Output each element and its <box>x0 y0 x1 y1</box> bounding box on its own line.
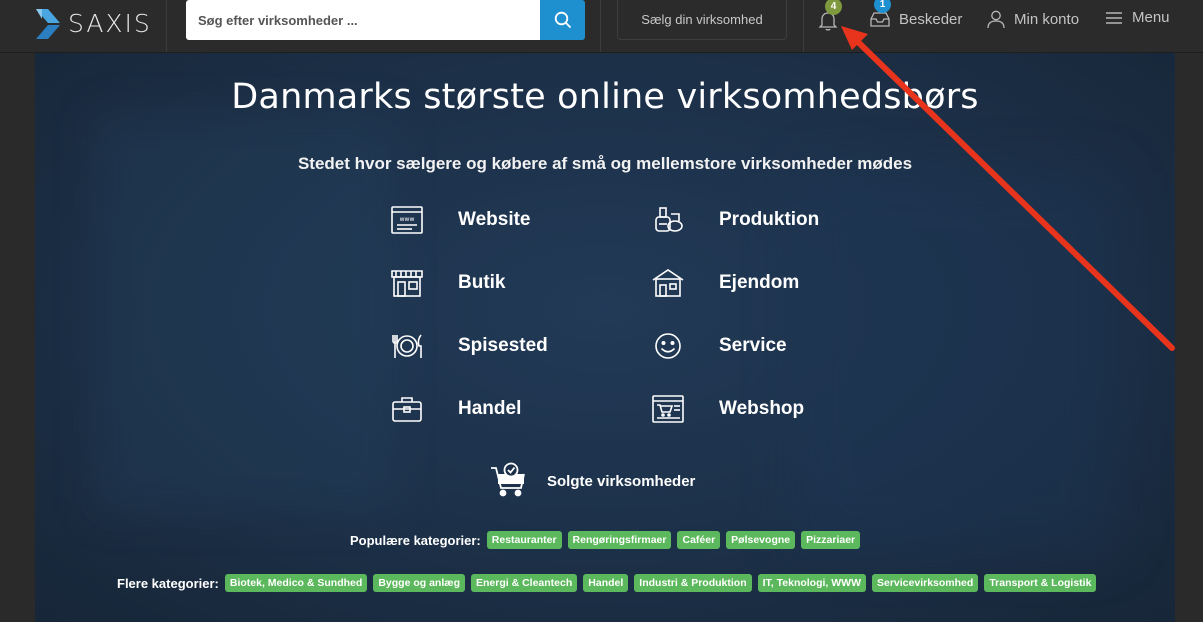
category-tag[interactable]: Pizzariaer <box>801 531 861 549</box>
category-tag[interactable]: Biotek, Medico & Sundhed <box>224 574 368 592</box>
sell-business-button[interactable]: Sælg din virksomhed <box>617 0 787 40</box>
popular-categories-label: Populære kategorier: <box>350 532 481 548</box>
divider <box>803 0 804 52</box>
restaurant-icon <box>389 328 425 364</box>
category-butik[interactable]: Butik <box>389 265 506 301</box>
svg-text:www: www <box>400 216 415 223</box>
user-icon <box>987 10 1005 29</box>
category-website[interactable]: www Website <box>389 202 531 238</box>
saxis-logo[interactable]: SAXIS <box>34 4 152 42</box>
menu-button[interactable]: Menu <box>1104 9 1170 26</box>
hero-subtitle: Stedet hvor sælgere og købere af små og … <box>297 154 913 173</box>
messages-label: Beskeder <box>899 10 963 28</box>
logo-mark-icon <box>34 7 64 39</box>
cart-check-icon <box>491 462 525 497</box>
category-tag[interactable]: Bygge og anlæg <box>373 574 465 592</box>
category-spisested[interactable]: Spisested <box>389 328 548 364</box>
search-icon <box>554 11 571 29</box>
category-label: Spisested <box>458 335 548 356</box>
category-label: Produktion <box>719 209 820 230</box>
menu-label: Menu <box>1132 9 1170 26</box>
category-tag[interactable]: Restauranter <box>486 531 562 549</box>
category-tag[interactable]: Caféer <box>677 531 721 549</box>
category-label: Handel <box>458 398 522 419</box>
more-categories-row: Flere kategorier: Biotek, Medico & Sundh… <box>117 574 1102 592</box>
website-icon: www <box>389 202 425 238</box>
category-tag[interactable]: Rengøringsfirmaer <box>567 531 672 549</box>
production-icon <box>650 202 686 238</box>
category-label: Webshop <box>719 398 805 419</box>
category-tag[interactable]: Transport & Logistik <box>984 574 1097 592</box>
sold-businesses-label: Solgte virksomheder <box>547 472 696 490</box>
category-produktion[interactable]: Produktion <box>650 202 819 238</box>
category-label: Service <box>719 335 787 356</box>
category-tag[interactable]: Servicevirksomhed <box>872 574 979 592</box>
category-service[interactable]: Service <box>650 328 787 364</box>
account-button[interactable]: Min konto <box>986 9 1079 29</box>
briefcase-icon <box>389 391 425 427</box>
category-handel[interactable]: Handel <box>389 391 521 427</box>
category-tag[interactable]: Industri & Produktion <box>634 574 752 592</box>
search-button[interactable] <box>540 0 585 40</box>
sell-business-label: Sælg din virksomhed <box>641 12 763 27</box>
category-ejendom[interactable]: Ejendom <box>650 265 799 301</box>
category-tag[interactable]: Handel <box>583 574 629 592</box>
category-tag[interactable]: IT, Teknologi, WWW <box>757 574 866 592</box>
search-input[interactable] <box>186 0 540 40</box>
property-icon <box>650 265 686 301</box>
category-webshop[interactable]: Webshop <box>650 391 804 427</box>
hamburger-icon <box>1106 11 1122 24</box>
webshop-icon <box>650 391 686 427</box>
category-label: Butik <box>458 272 506 293</box>
hero-section: Danmarks største online virksomhedsbørs … <box>35 53 1175 622</box>
category-label: Website <box>458 209 531 230</box>
popular-categories-row: Populære kategorier: Restauranter Rengør… <box>350 531 866 549</box>
divider <box>166 0 167 52</box>
hero-title: Danmarks største online virksomhedsbørs <box>231 77 979 117</box>
smiley-icon <box>650 328 686 364</box>
category-label: Ejendom <box>719 272 800 293</box>
sold-businesses-link[interactable]: Solgte virksomheder <box>489 462 695 500</box>
account-label: Min konto <box>1014 10 1080 28</box>
background-blur <box>795 173 1115 553</box>
shop-icon <box>389 265 425 301</box>
logo-text: SAXIS <box>68 8 152 38</box>
category-tag[interactable]: Energi & Cleantech <box>471 574 578 592</box>
category-tag[interactable]: Pølsevogne <box>726 531 796 549</box>
divider <box>600 0 601 52</box>
top-navbar: SAXIS Sælg din virksomhed 4 Beskeder 1 <box>0 0 1203 53</box>
more-categories-label: Flere kategorier: <box>117 575 219 591</box>
